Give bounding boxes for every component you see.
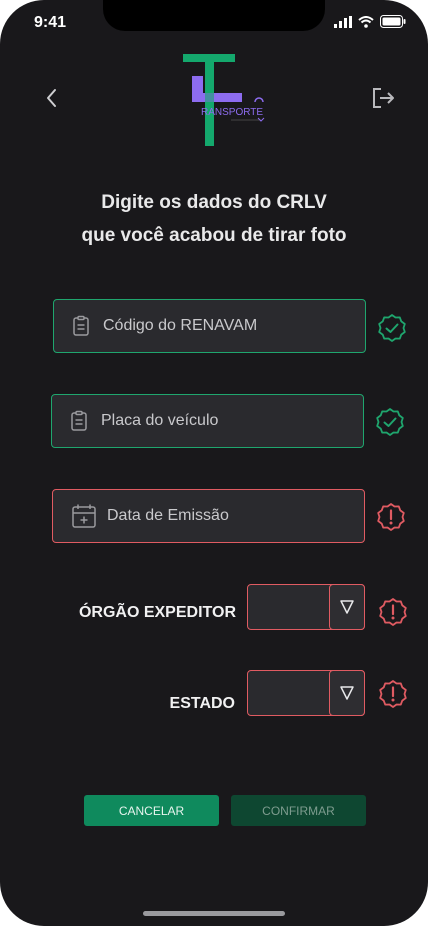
- renavam-field[interactable]: Código do RENAVAM: [53, 299, 366, 353]
- logo-text: RANSPORTE: [201, 107, 263, 118]
- transporte-logo: RANSPORTE: [183, 54, 265, 146]
- data-emissao-placeholder: Data de Emissão: [107, 507, 229, 524]
- placa-placeholder: Placa do veículo: [101, 412, 219, 429]
- wifi-icon: [358, 15, 374, 28]
- cancel-button[interactable]: CANCELAR: [84, 795, 219, 826]
- orgao-expeditor-label: ÓRGÃO EXPEDITOR: [78, 604, 236, 621]
- battery-icon: [380, 15, 406, 28]
- confirm-button[interactable]: CONFIRMAR: [231, 795, 366, 826]
- orgao-expeditor-dropdown-button[interactable]: [329, 584, 365, 630]
- estado-dropdown-button[interactable]: [329, 670, 365, 716]
- verified-badge-icon: [376, 408, 404, 436]
- warning-badge-icon: [379, 598, 407, 626]
- page-heading: Digite os dados do CRLV que você acabou …: [0, 186, 428, 252]
- estado-select[interactable]: [247, 670, 365, 716]
- back-arrow-icon[interactable]: [40, 86, 64, 110]
- triangle-down-icon: [340, 686, 354, 700]
- heading-line-1: Digite os dados do CRLV: [101, 192, 327, 213]
- clipboard-icon: [73, 315, 89, 336]
- orgao-expeditor-select[interactable]: [247, 584, 365, 630]
- estado-label: ESTADO: [169, 695, 235, 712]
- heading-line-2: que você acabou de tirar foto: [81, 225, 347, 246]
- placa-field[interactable]: Placa do veículo: [51, 394, 364, 448]
- clipboard-icon: [71, 410, 87, 431]
- calendar-icon: [72, 504, 96, 528]
- notch: [103, 0, 325, 31]
- warning-badge-icon: [377, 503, 405, 531]
- data-emissao-field[interactable]: Data de Emissão: [52, 489, 365, 543]
- warning-badge-icon: [379, 680, 407, 708]
- renavam-placeholder: Código do RENAVAM: [103, 317, 258, 334]
- phone-screen: 9:41 RANSPORTE Digite os dados do CRLV q…: [0, 0, 428, 926]
- verified-badge-icon: [378, 314, 406, 342]
- signal-icon: [334, 15, 352, 28]
- triangle-down-icon: [340, 600, 354, 614]
- home-indicator[interactable]: [143, 911, 285, 916]
- status-icons: [334, 15, 406, 28]
- status-time: 9:41: [34, 14, 67, 31]
- logout-icon[interactable]: [370, 85, 396, 111]
